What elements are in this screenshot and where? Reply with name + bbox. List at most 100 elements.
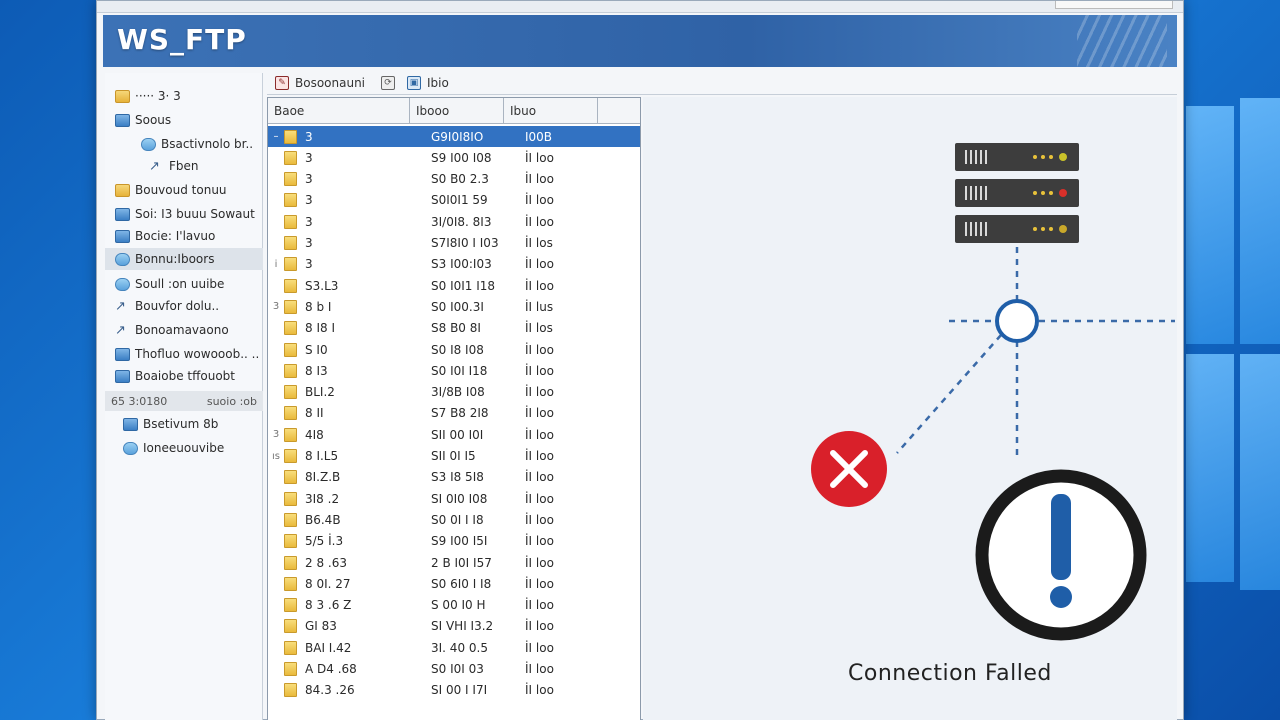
- server-rack-icon: [955, 143, 1079, 243]
- tree-item-label: Bouvfor dolu..: [135, 299, 220, 313]
- file-row[interactable]: 3 4I8 SII 00 I0I İI loo: [268, 424, 640, 445]
- file-name: 8 I3: [305, 363, 328, 378]
- link-icon: ↗: [149, 158, 160, 174]
- tree-item[interactable]: Soull :on uuibe: [115, 273, 224, 295]
- file-row[interactable]: 8 0I. 27 S0 6I0 I I8 İI loo: [268, 573, 640, 594]
- tree-item[interactable]: Boaiobe tffouobt: [115, 365, 235, 387]
- tree-item[interactable]: Bouvoud tonuu: [115, 179, 227, 201]
- tree-item-label: Boaiobe tffouobt: [135, 369, 236, 383]
- tree-item[interactable]: Soous: [115, 109, 171, 131]
- file-size: İI loo: [525, 363, 554, 378]
- folder-icon: [284, 512, 297, 527]
- drive-icon: [115, 207, 130, 221]
- file-row[interactable]: i 3 S3 I00:I03 İI loo: [268, 254, 640, 275]
- window-controls[interactable]: [1055, 1, 1173, 9]
- folder-icon: [284, 555, 297, 570]
- drive-icon: [115, 229, 130, 243]
- folder-icon: [284, 150, 297, 165]
- file-row[interactable]: GI 83 SI VHI I3.2 İI loo: [268, 616, 640, 637]
- file-row[interactable]: BAI I.42 3I. 40 0.5 İI loo: [268, 637, 640, 658]
- info-button[interactable]: ▣ Ibio: [407, 75, 449, 90]
- folder-icon: [115, 89, 130, 103]
- file-row[interactable]: 8 I8 I S8 B0 8I İI los: [268, 318, 640, 339]
- file-row[interactable]: B6.4B S0 0I I I8 İI loo: [268, 509, 640, 530]
- file-row[interactable]: ıs 8 I.L5 SII 0I I5 İI loo: [268, 446, 640, 467]
- file-size: İI loo: [525, 470, 554, 485]
- connection-diagram: [811, 143, 1175, 641]
- tree-item[interactable]: ↗ Fben: [149, 155, 199, 177]
- folder-icon: [284, 299, 297, 314]
- bookmark-icon: ✎: [275, 75, 289, 90]
- network-node-icon: [995, 299, 1039, 343]
- file-date: S0 6I0 I I8: [431, 576, 492, 591]
- tree-item[interactable]: Soi: I3 buuu Sowaut: [115, 203, 255, 225]
- tree-item[interactable]: ····· 3· 3: [115, 85, 181, 107]
- info-button-label: Ibio: [427, 75, 449, 90]
- file-size: İI loo: [525, 172, 554, 187]
- tree-item[interactable]: Thofluo wowooob.. ..: [115, 343, 259, 365]
- file-list-header: Baoe Ibooo Ibuo: [268, 98, 640, 124]
- file-row[interactable]: 2 8 .63 2 B I0I I57 İI loo: [268, 552, 640, 573]
- file-size: İI lus: [525, 299, 554, 314]
- file-row[interactable]: S3.L3 S0 I0I1 I18 İI loo: [268, 275, 640, 296]
- tree-item[interactable]: Bsetivum 8b: [123, 413, 218, 435]
- tree-item[interactable]: Bocie: I'lavuo: [115, 225, 215, 247]
- file-name: 3: [305, 150, 313, 165]
- tree-item-label: Soi: I3 buuu Sowaut: [135, 207, 255, 221]
- folder-icon: [284, 449, 297, 463]
- error-x-icon: [811, 431, 887, 507]
- file-size: İI loo: [525, 193, 554, 208]
- file-row[interactable]: 8 I3 S0 I0I I18 İI loo: [268, 360, 640, 381]
- file-date: 3I. 40 0.5: [431, 640, 488, 655]
- bookmark-button[interactable]: ✎ Bosoonauni: [275, 75, 365, 90]
- file-row[interactable]: BLI.2 3I/8B I08 İI loo: [268, 382, 640, 403]
- folder-icon: [284, 491, 297, 506]
- tree-item[interactable]: Bsactivnolo br..: [141, 133, 253, 155]
- refresh-button[interactable]: ⟳: [381, 75, 401, 90]
- folder-icon: [284, 470, 297, 485]
- file-name: 8 I8 I: [305, 321, 335, 336]
- file-name: S3.L3: [305, 278, 339, 293]
- file-row[interactable]: 84.3 .26 SI 00 I I7I İI loo: [268, 680, 640, 701]
- folder-icon: [284, 576, 297, 591]
- file-row[interactable]: A D4 .68 S0 I0I 03 İI loo: [268, 659, 640, 680]
- file-date: SI 00 I I7I: [431, 683, 488, 698]
- tree-item[interactable]: Ioneeuouvibe: [123, 437, 224, 459]
- tree-item-label: Thofluo wowooob.. ..: [135, 347, 260, 361]
- tree-item[interactable]: ↗ Bonoamavaono: [115, 319, 229, 341]
- file-row[interactable]: 3I8 .2 SI 0I0 I08 İI loo: [268, 488, 640, 509]
- folder-icon: [284, 342, 297, 357]
- file-row[interactable]: 8 II S7 B8 2I8 İI loo: [268, 403, 640, 424]
- file-row[interactable]: 8 3 .6 Z S 00 I0 H İI loo: [268, 595, 640, 616]
- file-row[interactable]: S I0 S0 I8 I08 İI loo: [268, 339, 640, 360]
- column-header-name[interactable]: Baoe: [268, 98, 410, 124]
- network-icon: [141, 137, 156, 151]
- file-size: İI loo: [525, 491, 554, 506]
- file-name: 3: [305, 193, 313, 208]
- file-row[interactable]: 3 S7I8I0 I I03 İI los: [268, 233, 640, 254]
- folder-icon: [284, 278, 297, 293]
- column-header-date[interactable]: Ibooo: [410, 98, 504, 124]
- file-row[interactable]: 3 S9 I00 I08 İI loo: [268, 147, 640, 168]
- file-row[interactable]: 3 8 b I S0 I00.3I İI lus: [268, 296, 640, 317]
- file-row[interactable]: 3 S0I0I1 59 İI loo: [268, 190, 640, 211]
- file-row[interactable]: 3 3I/0I8. 8I3 İI loo: [268, 211, 640, 232]
- link-icon: ↗: [115, 298, 126, 314]
- tree-item[interactable]: ↗ Bouvfor dolu..: [115, 295, 219, 317]
- column-header-size[interactable]: Ibuo: [504, 98, 598, 124]
- file-date: S0I0I1 59: [431, 193, 488, 208]
- file-date: S3 I8 5I8: [431, 470, 484, 485]
- file-name: BAI I.42: [305, 640, 352, 655]
- tree-item[interactable]: Bonnu:Iboors: [105, 248, 263, 270]
- network-icon: [123, 441, 138, 455]
- file-date: S0 0I I I8: [431, 512, 484, 527]
- file-row[interactable]: – 3 G9I0I8IO I00B: [268, 126, 640, 147]
- file-row[interactable]: 5/5 İ.3 S9 I00 I5I İI loo: [268, 531, 640, 552]
- file-date: 3I/0I8. 8I3: [431, 214, 492, 229]
- file-name: 5/5 İ.3: [305, 534, 344, 549]
- file-size: İI loo: [525, 449, 554, 463]
- file-row[interactable]: 3 S0 B0 2.3 İI loo: [268, 169, 640, 190]
- file-date: S3 I00:I03: [431, 257, 492, 272]
- title-bar[interactable]: [97, 1, 1183, 13]
- file-row[interactable]: 8I.Z.B S3 I8 5I8 İI loo: [268, 467, 640, 488]
